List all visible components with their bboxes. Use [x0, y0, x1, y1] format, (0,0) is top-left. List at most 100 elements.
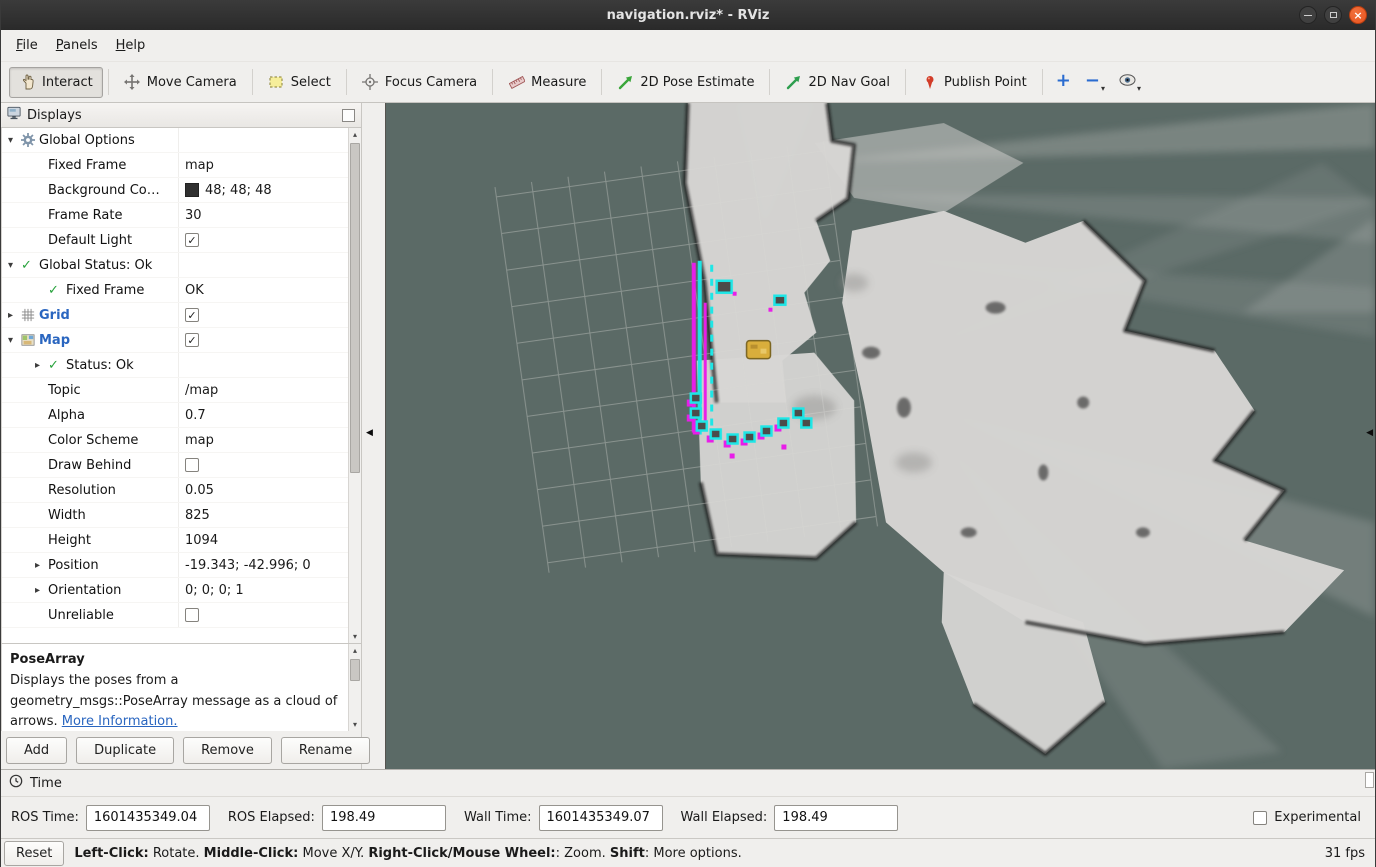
property-value[interactable]: ✓: [178, 303, 348, 327]
property-value[interactable]: [178, 453, 348, 477]
property-value[interactable]: [178, 603, 348, 627]
expander-closed-icon[interactable]: ▸: [8, 310, 21, 321]
scrollbar-thumb[interactable]: [350, 143, 360, 473]
scroll-up-icon[interactable]: ▴: [349, 644, 361, 657]
property-value[interactable]: -19.343; -42.996; 0: [178, 553, 348, 577]
expander-closed-icon[interactable]: ▸: [35, 560, 48, 571]
property-row-color-scheme[interactable]: Color Schememap: [2, 428, 348, 453]
menu-panels[interactable]: Panels: [47, 33, 107, 58]
expander-closed-icon[interactable]: ▸: [35, 360, 48, 371]
property-name: Draw Behind: [48, 458, 131, 473]
tool-select[interactable]: Select: [258, 67, 341, 98]
property-value[interactable]: map: [178, 153, 348, 177]
scroll-up-icon[interactable]: ▴: [349, 128, 361, 141]
tool-publish-point[interactable]: Publish Point: [911, 67, 1037, 98]
tool-interact[interactable]: Interact: [9, 67, 103, 98]
menu-help[interactable]: Help: [107, 33, 155, 58]
property-value[interactable]: 0.05: [178, 478, 348, 502]
tool-focus-camera[interactable]: Focus Camera: [352, 67, 487, 98]
property-value[interactable]: 825: [178, 503, 348, 527]
experimental-option[interactable]: Experimental: [1253, 810, 1365, 825]
property-value[interactable]: 0; 0; 0; 1: [178, 578, 348, 602]
close-button[interactable]: ×: [1349, 6, 1367, 24]
splitter-collapse-icon[interactable]: ◀: [366, 429, 373, 438]
scroll-down-icon[interactable]: ▾: [349, 630, 361, 643]
property-value[interactable]: 1094: [178, 528, 348, 552]
time-field-label: ROS Elapsed:: [228, 810, 315, 825]
displays-panel-header[interactable]: Displays: [1, 103, 361, 128]
dropdown-caret-icon[interactable]: ▾: [1101, 84, 1105, 93]
tool-move-camera[interactable]: Move Camera: [114, 67, 247, 98]
property-value[interactable]: 48; 48; 48: [178, 178, 348, 202]
panel-float-button[interactable]: [342, 109, 355, 122]
reset-button[interactable]: Reset: [4, 841, 64, 866]
property-row-grid[interactable]: ▸Grid✓: [2, 303, 348, 328]
tool-measure[interactable]: Measure: [498, 67, 596, 98]
expander-open-icon[interactable]: ▾: [8, 135, 21, 146]
property-row-frame-rate[interactable]: Frame Rate30: [2, 203, 348, 228]
rename-button[interactable]: Rename: [281, 737, 370, 764]
property-row-fixed-frame[interactable]: Fixed Framemap: [2, 153, 348, 178]
expander-open-icon[interactable]: ▾: [8, 335, 21, 346]
panel-splitter[interactable]: ◀: [362, 103, 385, 769]
ros-elapsed-input[interactable]: [322, 805, 446, 831]
property-value[interactable]: map: [178, 428, 348, 452]
tool-2d-nav-goal[interactable]: 2D Nav Goal: [775, 67, 900, 98]
experimental-checkbox[interactable]: [1253, 811, 1267, 825]
more-information-link[interactable]: More Information.: [62, 714, 178, 729]
property-row-unreliable[interactable]: Unreliable: [2, 603, 348, 628]
dropdown-caret-icon[interactable]: ▾: [1137, 84, 1141, 93]
expander-closed-icon[interactable]: ▸: [35, 585, 48, 596]
scrollbar-thumb[interactable]: [350, 659, 360, 681]
property-row-background-co[interactable]: Background Co…48; 48; 48: [2, 178, 348, 203]
property-row-height[interactable]: Height1094: [2, 528, 348, 553]
add-button[interactable]: Add: [6, 737, 67, 764]
property-value[interactable]: 30: [178, 203, 348, 227]
tool-properties-button[interactable]: ▾: [1119, 74, 1141, 90]
duplicate-button[interactable]: Duplicate: [76, 737, 174, 764]
add-tool-plus-button[interactable]: +: [1056, 74, 1071, 90]
description-scrollbar[interactable]: ▴ ▾: [348, 644, 361, 731]
property-value[interactable]: /map: [178, 378, 348, 402]
remove-tool-minus-button[interactable]: −▾: [1085, 74, 1105, 90]
property-row-global-status-ok[interactable]: ▾✓Global Status: Ok: [2, 253, 348, 278]
property-row-position[interactable]: ▸Position-19.343; -42.996; 0: [2, 553, 348, 578]
time-panel-scrollbar[interactable]: [1365, 772, 1374, 788]
property-checkbox[interactable]: ✓: [185, 333, 199, 347]
menu-file[interactable]: File: [7, 33, 47, 58]
wall-elapsed-input[interactable]: [774, 805, 898, 831]
property-label-cell: ✓Fixed Frame: [2, 278, 178, 302]
property-row-alpha[interactable]: Alpha0.7: [2, 403, 348, 428]
property-value[interactable]: ✓: [178, 228, 348, 252]
property-row-map[interactable]: ▾Map✓: [2, 328, 348, 353]
property-checkbox[interactable]: [185, 458, 199, 472]
property-value[interactable]: ✓: [178, 328, 348, 352]
property-value[interactable]: 0.7: [178, 403, 348, 427]
ros-time-input[interactable]: [86, 805, 210, 831]
property-row-default-light[interactable]: Default Light✓: [2, 228, 348, 253]
property-row-status-ok[interactable]: ▸✓Status: Ok: [2, 353, 348, 378]
property-row-global-options[interactable]: ▾Global Options: [2, 128, 348, 153]
property-row-resolution[interactable]: Resolution0.05: [2, 478, 348, 503]
expander-open-icon[interactable]: ▾: [8, 260, 21, 271]
title-bar[interactable]: navigation.rviz* - RViz ×: [1, 0, 1375, 30]
minimize-button[interactable]: [1299, 6, 1317, 24]
maximize-button[interactable]: [1324, 6, 1342, 24]
wall-time-input[interactable]: [539, 805, 663, 831]
tool-2d-pose-estimate[interactable]: 2D Pose Estimate: [607, 67, 764, 98]
property-row-fixed-frame[interactable]: ✓Fixed FrameOK: [2, 278, 348, 303]
property-value[interactable]: OK: [178, 278, 348, 302]
displays-tree-scrollbar[interactable]: ▴ ▾: [348, 128, 361, 643]
time-panel-header[interactable]: Time: [1, 770, 1375, 797]
property-checkbox[interactable]: ✓: [185, 233, 199, 247]
property-row-topic[interactable]: Topic/map: [2, 378, 348, 403]
property-row-orientation[interactable]: ▸Orientation0; 0; 0; 1: [2, 578, 348, 603]
property-checkbox[interactable]: [185, 608, 199, 622]
property-checkbox[interactable]: ✓: [185, 308, 199, 322]
property-row-draw-behind[interactable]: Draw Behind: [2, 453, 348, 478]
property-row-width[interactable]: Width825: [2, 503, 348, 528]
scroll-down-icon[interactable]: ▾: [349, 718, 361, 731]
viewport-collapse-icon[interactable]: ◀: [1366, 429, 1373, 438]
remove-button[interactable]: Remove: [183, 737, 272, 764]
3d-viewport[interactable]: ◀: [385, 103, 1375, 769]
